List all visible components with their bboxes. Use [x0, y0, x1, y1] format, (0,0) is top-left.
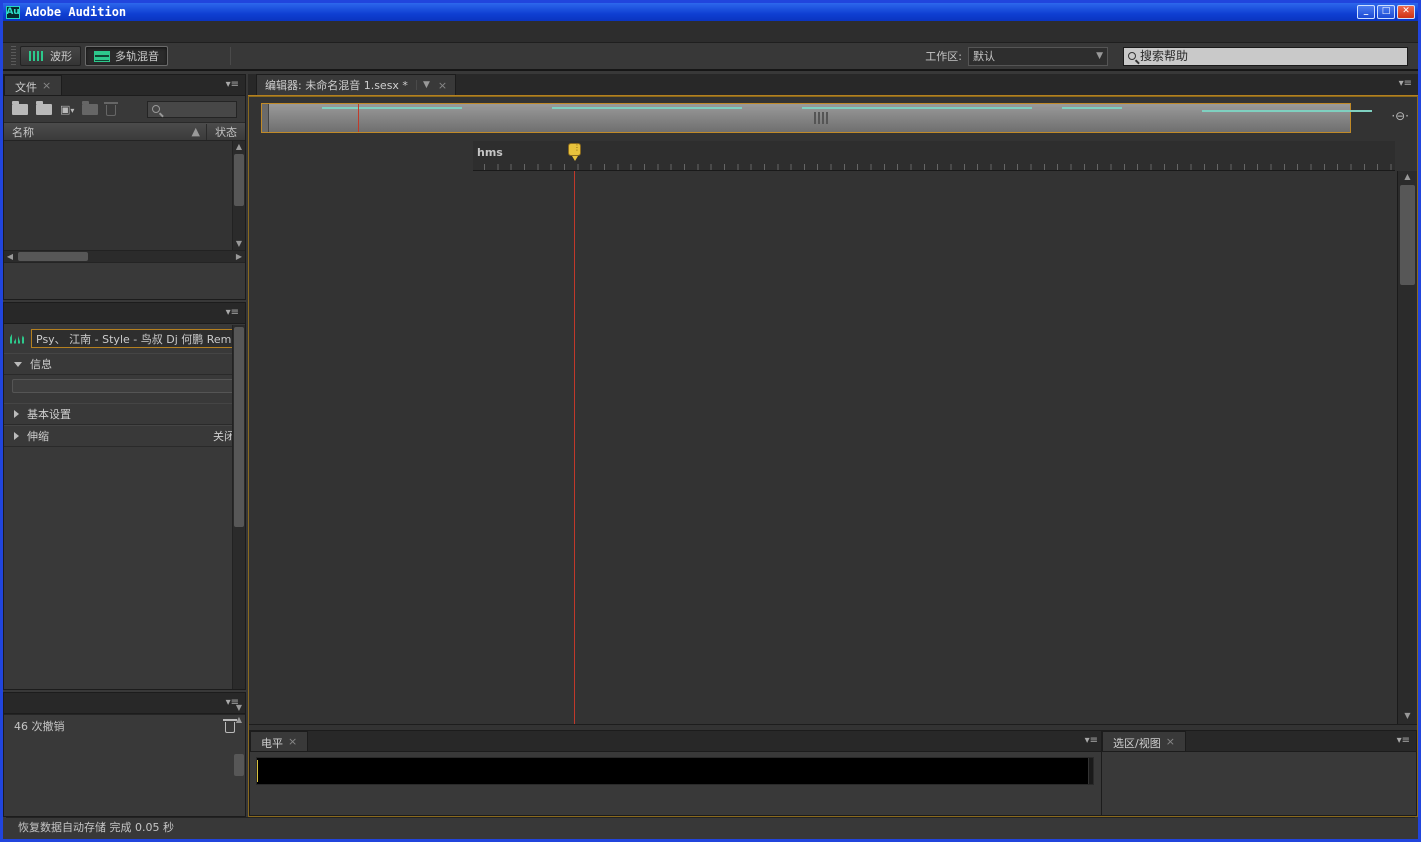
insert-into-multitrack-icon[interactable] [82, 104, 98, 115]
status-message: 恢复数据自动存储 完成 0.05 秒 [6, 819, 1415, 835]
navigator-left-handle[interactable] [262, 104, 269, 132]
panel-menu-icon[interactable]: ▾≡ [1399, 78, 1412, 89]
tab-files[interactable]: 文件× [4, 75, 62, 95]
new-content-icon[interactable]: ▣▾ [60, 103, 74, 116]
panel-menu-icon[interactable]: ▾≡ [1397, 735, 1410, 746]
panel-menu-icon[interactable]: ▾≡ [226, 79, 239, 90]
files-horizontal-scrollbar[interactable]: ◀▶ [4, 250, 245, 262]
main-toolbar: 波形 多轨混音 工作区: 默认▼ [3, 43, 1418, 71]
navigator-grip[interactable] [814, 112, 830, 124]
status-bar: 恢复数据自动存储 完成 0.05 秒 [6, 817, 1415, 836]
workspace-select[interactable]: 默认▼ [968, 47, 1108, 66]
zoom-navigator-icon[interactable]: ·⊖· [1391, 109, 1409, 123]
app-logo-icon: Au [6, 6, 20, 19]
files-vertical-scrollbar[interactable]: ▲▼ [232, 141, 245, 250]
editor-tab-close-icon[interactable]: × [438, 79, 447, 92]
menu-bar [3, 21, 1418, 43]
window-title: Adobe Audition [25, 5, 1357, 19]
files-panel: 文件× ▾≡ ▣▾ 名称 ▲ 状态 [3, 74, 246, 300]
stretch-header[interactable]: 伸缩 关闭 [4, 425, 245, 447]
tracks-area [249, 171, 1417, 724]
basic-settings-header[interactable]: 基本设置 [4, 403, 245, 425]
editor-tab[interactable]: 编辑器: 未命名混音 1.sesx * ▼ × [256, 74, 456, 95]
files-column-headers[interactable]: 名称 ▲ 状态 [4, 122, 245, 141]
search-icon [1128, 52, 1136, 60]
app-window: Au Adobe Audition _ □ ✕ 波形 多轨混音 工作区: 默认▼ [0, 0, 1421, 842]
info-section-header[interactable]: 信息 [4, 353, 245, 375]
minimize-button[interactable]: _ [1357, 5, 1375, 19]
multitrack-view-button[interactable]: 多轨混音 [85, 46, 168, 66]
title-bar: Au Adobe Audition _ □ ✕ [3, 3, 1418, 21]
zoom-navigator[interactable] [261, 103, 1351, 133]
editor-tab-dropdown-icon[interactable]: ▼ [416, 80, 430, 90]
files-list: ▲▼ [4, 141, 245, 250]
import-file-icon[interactable] [36, 104, 52, 115]
editor-tab-bar: 编辑器: 未命名混音 1.sesx * ▼ × ▾≡ [248, 74, 1418, 96]
maximize-button[interactable]: □ [1377, 5, 1395, 19]
multitrack-icon [94, 51, 110, 62]
tab-levels[interactable]: 电平× [250, 731, 308, 751]
sort-asc-icon: ▲ [192, 125, 200, 138]
tab-selection-view[interactable]: 选区/视图× [1102, 731, 1186, 751]
open-file-icon[interactable] [12, 104, 28, 115]
undo-count: 46 次撤销 [14, 718, 65, 734]
panel-menu-icon[interactable]: ▾≡ [1085, 735, 1098, 746]
level-meter [256, 757, 1094, 785]
clip-title-field[interactable]: Psy、 江南 - Style - 鸟叔 Dj 何鹏 Rem [31, 329, 239, 348]
ruler-unit: hms [477, 146, 503, 159]
levels-panel: 电平× ▾≡ [249, 730, 1105, 816]
help-search [1123, 47, 1408, 66]
trash-icon[interactable] [106, 105, 116, 116]
timeline-ruler[interactable]: hms [473, 141, 1395, 171]
history-panel: ▾≡ ▲▼ 46 次撤销 [3, 692, 246, 817]
workspace-label: 工作区: [925, 48, 962, 64]
properties-scrollbar[interactable] [232, 325, 245, 689]
clear-history-icon[interactable] [225, 722, 235, 733]
close-button[interactable]: ✕ [1397, 5, 1415, 19]
search-icon [152, 105, 160, 113]
playhead-line[interactable] [574, 171, 575, 724]
editor-vertical-scrollbar[interactable]: ▲▼ [1397, 171, 1417, 724]
waveform-icon [10, 334, 25, 344]
files-search-input[interactable] [147, 101, 237, 118]
selection-view-headers [1102, 752, 1416, 760]
playhead-pin[interactable] [568, 143, 581, 156]
help-search-input[interactable] [1140, 49, 1403, 63]
panel-menu-icon[interactable]: ▾≡ [226, 307, 239, 318]
toolbar-grip[interactable] [11, 46, 16, 66]
editor-panel: ·⊖· hms ▲▼ 1:14.932 [248, 96, 1418, 817]
selection-view-panel: 选区/视图× ▾≡ [1101, 730, 1417, 816]
properties-panel: ▾≡ Psy、 江南 - Style - 鸟叔 Dj 何鹏 Rem 信息 基本设… [3, 302, 246, 690]
waveform-icon [29, 51, 45, 61]
waveform-view-button[interactable]: 波形 [20, 46, 81, 66]
navigator-playhead [358, 104, 359, 132]
clip-info-box [12, 379, 237, 393]
